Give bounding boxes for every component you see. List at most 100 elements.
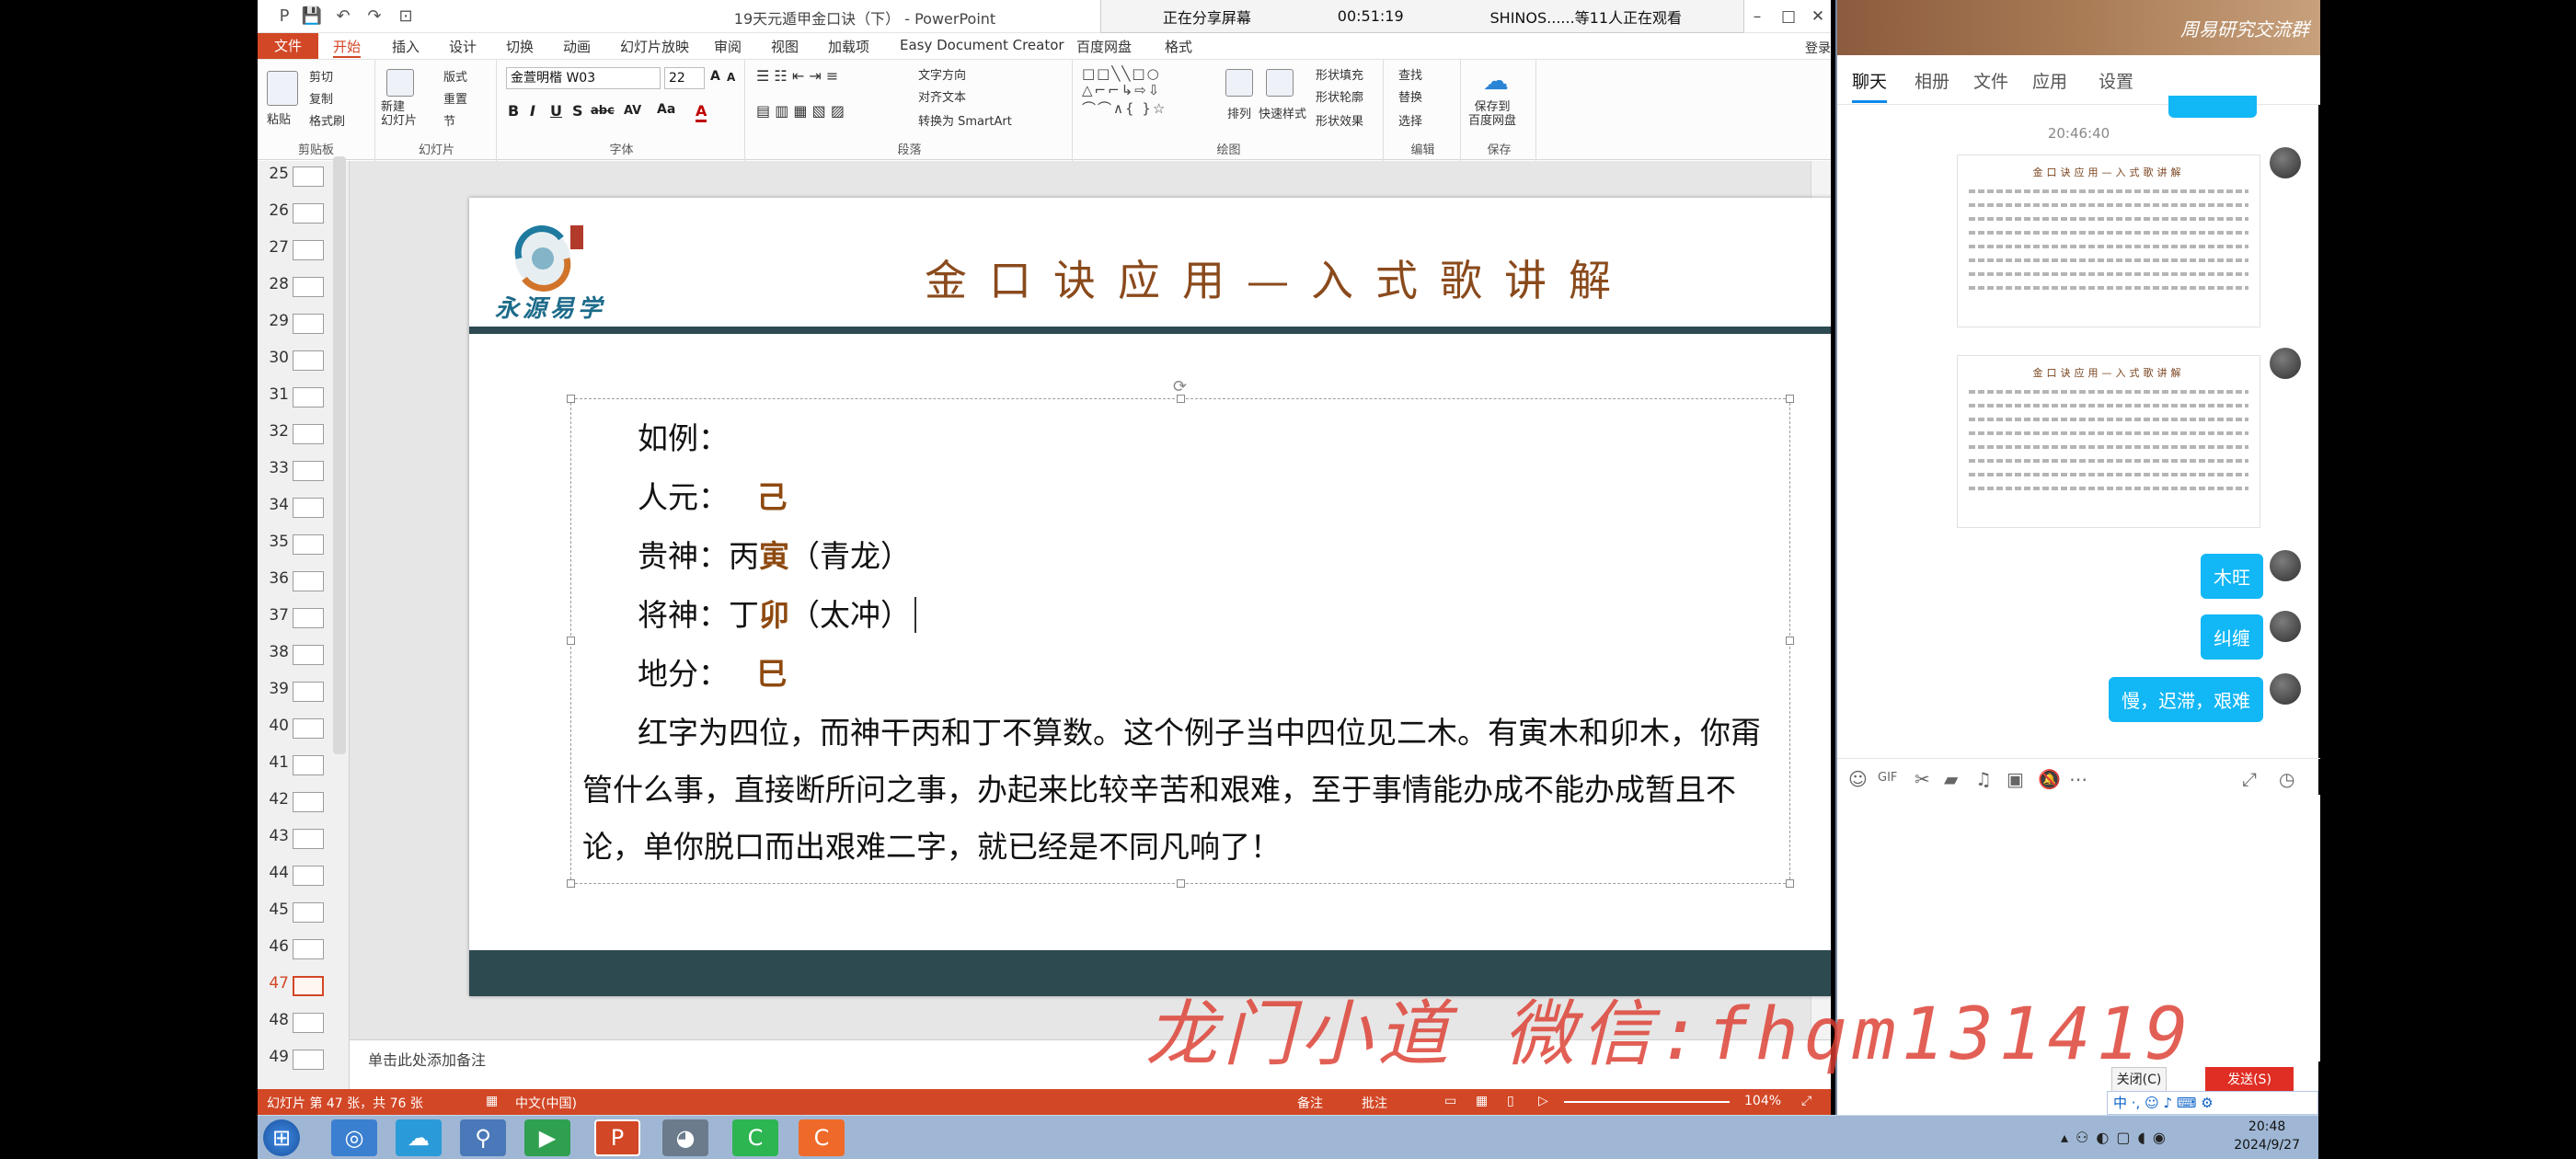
- copy-button[interactable]: 复制: [309, 89, 333, 107]
- chat-tab-chat[interactable]: 聊天: [1852, 68, 1888, 103]
- taskbar-media-player[interactable]: ▶: [524, 1119, 570, 1156]
- find-button[interactable]: 查找: [1398, 65, 1422, 83]
- slide-thumbnail[interactable]: [293, 350, 324, 371]
- resize-handle[interactable]: [1786, 879, 1794, 888]
- taskbar-search[interactable]: ⚲: [460, 1119, 506, 1156]
- tab-view[interactable]: 视图: [771, 37, 799, 56]
- mute-icon[interactable]: 🔕: [2038, 768, 2061, 790]
- content-textbox[interactable]: ⟳ 如例： 人元： 己 贵神：丙寅（青龙） 将神：丁卯（太冲） 地分： 巳 红字…: [567, 377, 1794, 888]
- slide-thumbnail[interactable]: [293, 976, 324, 996]
- image-message[interactable]: 金口诀应用—入式歌讲解: [1957, 155, 2260, 327]
- slide-thumbnail[interactable]: [293, 314, 324, 334]
- slide-thumbnail[interactable]: [293, 829, 324, 849]
- reset-button[interactable]: 重置: [443, 89, 467, 107]
- align-text-button[interactable]: 对齐文本: [918, 87, 966, 105]
- slide-thumbnail[interactable]: [293, 939, 324, 959]
- avatar[interactable]: [2270, 611, 2301, 642]
- strikethrough-button[interactable]: abc: [591, 104, 615, 118]
- more-icon[interactable]: ⋯: [2069, 768, 2087, 790]
- image-message[interactable]: 金口诀应用—入式歌讲解: [1957, 355, 2260, 528]
- music-icon[interactable]: ♫: [1975, 768, 1992, 790]
- taskbar-powerpoint[interactable]: P: [594, 1119, 640, 1156]
- chat-message[interactable]: 木旺: [2201, 554, 2263, 599]
- ime-toolbar[interactable]: 中 ·, ☺ ♪ ⌨ ⚙: [2107, 1091, 2318, 1115]
- sorter-view-icon[interactable]: ▦: [1476, 1094, 1488, 1108]
- character-spacing-button[interactable]: AV: [624, 104, 641, 118]
- change-case-button[interactable]: Aa: [657, 102, 675, 117]
- redo-icon[interactable]: ↷: [362, 6, 386, 28]
- chat-tab-album[interactable]: 相册: [1915, 68, 1949, 93]
- resize-handle[interactable]: [567, 879, 575, 888]
- emoji-icon[interactable]: ☺: [1848, 768, 1868, 790]
- tab-review[interactable]: 审阅: [714, 37, 742, 56]
- maximize-button[interactable]: □: [1772, 3, 1805, 30]
- slide-thumbnail[interactable]: [293, 240, 324, 260]
- alignment-icons[interactable]: ▤ ▥ ▦ ▧ ▨: [756, 102, 845, 120]
- bold-button[interactable]: B: [508, 102, 519, 120]
- slide-thumbnail[interactable]: [293, 424, 324, 444]
- underline-button[interactable]: U: [550, 102, 562, 120]
- start-button[interactable]: ⊞: [263, 1119, 300, 1156]
- taskbar-app-green[interactable]: C: [732, 1119, 778, 1156]
- avatar[interactable]: [2270, 147, 2301, 178]
- start-from-beginning-icon[interactable]: ⊡: [394, 6, 418, 28]
- layout-button[interactable]: 版式: [443, 67, 467, 85]
- slide-thumbnail[interactable]: [293, 534, 324, 555]
- reading-view-icon[interactable]: ▯: [1507, 1094, 1514, 1108]
- quick-styles-icon[interactable]: [1266, 69, 1294, 97]
- format-painter-button[interactable]: 格式刷: [309, 111, 345, 129]
- grow-font-icon[interactable]: A: [710, 69, 720, 84]
- slide-thumbnail[interactable]: [293, 461, 324, 481]
- undo-icon[interactable]: ↶: [331, 6, 355, 28]
- slide-thumbnail[interactable]: [293, 166, 324, 187]
- smartart-button[interactable]: 转换为 SmartArt: [918, 111, 1012, 129]
- slide-thumbnail[interactable]: [293, 203, 324, 224]
- tab-addins[interactable]: 加载项: [828, 37, 869, 56]
- chat-send-button[interactable]: 发送(S): [2205, 1067, 2294, 1093]
- taskbar-baidu-netdisk[interactable]: ☁: [396, 1119, 442, 1156]
- baidu-cloud-icon[interactable]: ☁: [1483, 65, 1509, 96]
- tray-clock[interactable]: 20:48 2024/9/27: [2234, 1118, 2300, 1154]
- slide-thumbnail[interactable]: [293, 608, 324, 628]
- history-icon[interactable]: ◷: [2279, 768, 2294, 790]
- font-name-select[interactable]: 金萱明楷 W03: [506, 67, 661, 89]
- paste-icon[interactable]: [267, 71, 298, 106]
- expand-icon[interactable]: ⤢: [2242, 768, 2257, 790]
- zoom-level[interactable]: 104%: [1744, 1094, 1781, 1108]
- chat-tab-files[interactable]: 文件: [1973, 68, 2008, 93]
- slide-thumbnail[interactable]: [293, 645, 324, 665]
- login-link[interactable]: 登录: [1805, 39, 1831, 57]
- tab-design[interactable]: 设计: [449, 37, 477, 56]
- slide-canvas[interactable]: 永源易学 金口诀应用—入式歌讲解 ⟳ 如例： 人元： 己 贵神：丙寅（青龙） 将…: [469, 198, 1831, 996]
- shapes-gallery[interactable]: □□╲╲□○ △⌐⌐↳⇨⇩ ⌒⌒∧{ }☆: [1082, 65, 1167, 118]
- quick-styles-button[interactable]: 快速样式: [1259, 104, 1306, 121]
- slide-thumbnail[interactable]: [293, 866, 324, 886]
- select-button[interactable]: 选择: [1398, 111, 1422, 129]
- minimize-button[interactable]: –: [1741, 3, 1774, 30]
- save-to-baidu-button[interactable]: 保存到 百度网盘: [1468, 100, 1516, 128]
- tab-file[interactable]: 文件: [258, 33, 318, 59]
- chat-tab-apps[interactable]: 应用: [2032, 68, 2067, 93]
- gif-icon[interactable]: GIF: [1878, 771, 1897, 785]
- new-slide-icon[interactable]: [386, 69, 414, 97]
- avatar[interactable]: [2270, 673, 2301, 705]
- chat-tab-settings[interactable]: 设置: [2099, 68, 2133, 93]
- slide-thumbnail[interactable]: [293, 387, 324, 407]
- slide-thumbnail[interactable]: [293, 498, 324, 518]
- rotate-handle-icon[interactable]: ⟳: [1173, 377, 1187, 396]
- avatar[interactable]: [2270, 348, 2301, 379]
- font-color-button[interactable]: A: [696, 102, 707, 122]
- screenshot-icon[interactable]: ✂: [1915, 768, 1930, 790]
- resize-handle[interactable]: [1786, 395, 1794, 403]
- slide-thumbnail[interactable]: [293, 902, 324, 923]
- shadow-button[interactable]: S: [572, 102, 583, 120]
- shrink-font-icon[interactable]: A: [727, 71, 735, 84]
- slideshow-view-icon[interactable]: ▷: [1538, 1094, 1548, 1108]
- thumbnail-scrollbar[interactable]: [333, 156, 346, 754]
- notes-toggle[interactable]: 备注: [1297, 1094, 1323, 1112]
- shape-outline-button[interactable]: 形状轮廓: [1316, 87, 1363, 105]
- slide-thumbnail[interactable]: [293, 792, 324, 812]
- tab-slideshow[interactable]: 幻灯片放映: [620, 37, 689, 56]
- normal-view-icon[interactable]: ▭: [1444, 1094, 1456, 1108]
- resize-handle[interactable]: [567, 637, 575, 645]
